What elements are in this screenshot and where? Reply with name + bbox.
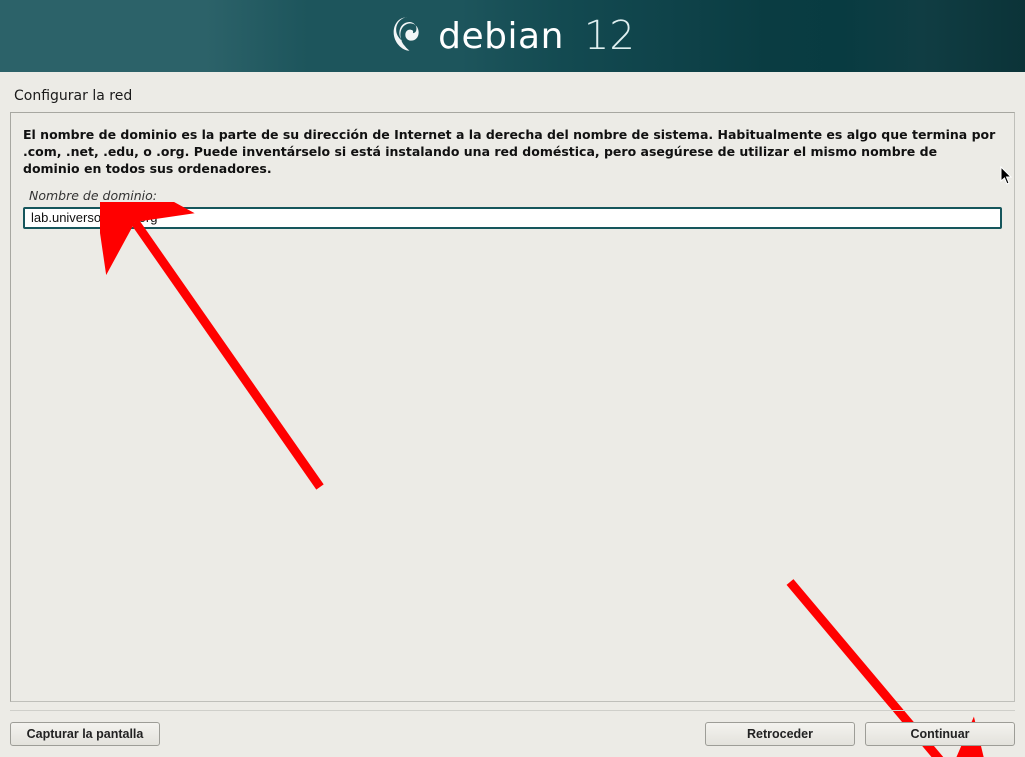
back-button[interactable]: Retroceder	[705, 722, 855, 746]
domain-input[interactable]	[23, 207, 1002, 229]
bottom-bar: Capturar la pantalla Retroceder Continua…	[0, 711, 1025, 757]
content-panel: El nombre de dominio es la parte de su d…	[10, 112, 1015, 702]
installer-banner: debian 12	[0, 0, 1025, 72]
section-title: Configurar la red	[0, 72, 1025, 112]
domain-field-label: Nombre de dominio:	[23, 188, 1002, 203]
screenshot-button[interactable]: Capturar la pantalla	[10, 722, 160, 746]
brand-version: 12	[584, 13, 635, 59]
continue-button[interactable]: Continuar	[865, 722, 1015, 746]
description-text: El nombre de dominio es la parte de su d…	[23, 127, 998, 178]
debian-swirl-icon	[390, 14, 424, 58]
brand-name: debian	[438, 16, 564, 57]
